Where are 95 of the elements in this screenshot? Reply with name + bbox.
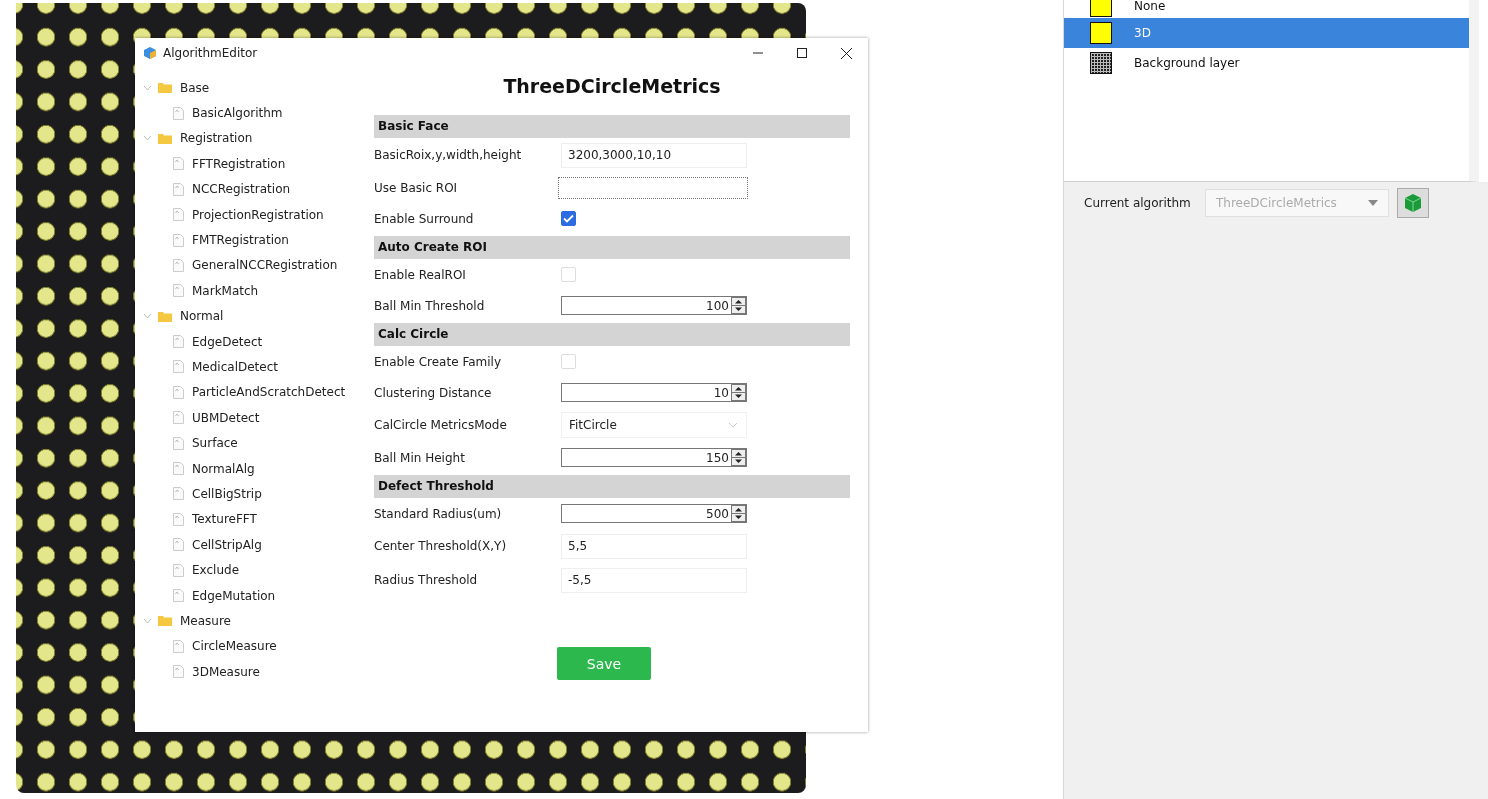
tree-item[interactable]: NormalAlg	[135, 455, 365, 482]
number-field[interactable]: 100	[561, 296, 747, 315]
chevron-down-icon	[728, 422, 738, 428]
document-icon	[173, 411, 184, 425]
document-icon	[173, 665, 184, 679]
document-icon	[173, 487, 184, 501]
tree-item[interactable]: GeneralNCCRegistration	[135, 252, 365, 279]
folder-icon	[158, 132, 172, 144]
tree-item[interactable]: FMTRegistration	[135, 227, 365, 253]
cube-icon	[1403, 193, 1423, 213]
section-header: Basic Face	[374, 115, 850, 138]
field-label: Ball Min Height	[374, 450, 466, 465]
tree-item[interactable]: MedicalDetect	[135, 354, 365, 380]
tree-item[interactable]: CircleMeasure	[135, 633, 365, 659]
tree-item[interactable]: FFTRegistration	[135, 151, 365, 177]
document-icon	[173, 233, 184, 247]
field-label: BasicRoix,y,width,height	[374, 148, 523, 162]
layer-item[interactable]: None	[1064, 0, 1469, 18]
document-icon	[173, 512, 184, 526]
section-header: Calc Circle	[374, 323, 850, 346]
document-icon	[173, 182, 184, 196]
spinner-icon[interactable]	[731, 384, 746, 401]
section-header: Auto Create ROI	[374, 236, 850, 259]
tree-group[interactable]: Base	[135, 75, 365, 101]
document-icon	[173, 563, 184, 577]
tree-group[interactable]: Normal	[135, 303, 365, 329]
number-field[interactable]: 150	[561, 448, 747, 467]
dropdown[interactable]: FitCircle	[561, 412, 747, 438]
section-header: Defect Threshold	[374, 475, 850, 498]
field-label: Use Basic ROI	[374, 180, 459, 195]
app-cube-icon	[144, 47, 156, 59]
spinner-icon[interactable]	[731, 297, 746, 314]
close-icon	[840, 47, 852, 59]
spinner-icon[interactable]	[731, 505, 746, 522]
tree-item[interactable]: Surface	[135, 430, 365, 456]
maximize-icon	[797, 48, 807, 58]
document-icon	[173, 258, 184, 272]
chevron-icon	[143, 313, 152, 320]
document-icon	[173, 589, 184, 602]
tree-item[interactable]: ProjectionRegistration	[135, 201, 365, 228]
tree-item[interactable]: NCCRegistration	[135, 176, 365, 202]
text-field[interactable]: 5,5	[561, 533, 747, 559]
folder-icon	[158, 82, 172, 94]
tree-item[interactable]: ParticleAndScratchDetect	[135, 379, 365, 406]
text-field[interactable]: 3200,3000,10,10	[561, 142, 747, 168]
document-icon	[173, 106, 184, 120]
window-title: AlgorithmEditor	[163, 46, 258, 60]
document-icon	[173, 462, 184, 476]
number-field[interactable]: 500	[561, 504, 747, 523]
tree-item[interactable]: MarkMatch	[135, 278, 365, 304]
tree-item[interactable]: EdgeMutation	[135, 582, 365, 609]
chevron-icon	[143, 84, 152, 91]
field-label: Current algorithm	[1084, 196, 1192, 210]
cube-button[interactable]	[1397, 188, 1429, 218]
text-field[interactable]: -5,5	[561, 567, 747, 593]
tree-item[interactable]: 3DMeasure	[135, 659, 365, 685]
chevron-icon	[143, 135, 152, 142]
document-icon	[173, 284, 184, 298]
document-icon	[173, 385, 184, 399]
field-label: CalCircle MetricsMode	[374, 418, 508, 432]
tree-group[interactable]: Registration	[135, 125, 365, 152]
field-label: Radius Threshold	[374, 573, 479, 587]
field-label: Center Threshold(X,Y)	[374, 539, 508, 553]
tree-item[interactable]: Exclude	[135, 557, 365, 583]
number-field[interactable]: 10	[561, 383, 747, 402]
checkbox[interactable]	[561, 211, 576, 226]
tree-item[interactable]: BasicAlgorithm	[135, 100, 365, 126]
folder-icon	[158, 615, 172, 627]
algorithm-heading: ThreeDCircleMetrics	[502, 74, 722, 99]
document-icon	[173, 335, 184, 349]
field-label: Standard Radius(um)	[374, 506, 503, 521]
document-icon	[173, 157, 184, 171]
folder-icon	[158, 310, 172, 322]
tree-item[interactable]: EdgeDetect	[135, 328, 365, 355]
spinner-icon[interactable]	[731, 449, 746, 466]
document-icon	[173, 436, 184, 450]
tree-item[interactable]: CellBigStrip	[135, 481, 365, 507]
focus-outline-field[interactable]	[558, 176, 748, 199]
document-icon	[173, 360, 184, 374]
tree-item[interactable]: TextureFFT	[135, 506, 365, 533]
tree-item[interactable]: CellStripAlg	[135, 532, 365, 558]
field-label: Enable RealROI	[374, 267, 467, 282]
tree-group[interactable]: Measure	[135, 608, 365, 634]
field-label: Enable Create Family	[374, 354, 502, 369]
field-label: Enable Surround	[374, 211, 475, 226]
layer-item[interactable]: 3D	[1064, 18, 1469, 48]
field-label: Clustering Distance	[374, 385, 493, 400]
document-icon	[173, 538, 184, 552]
chevron-icon	[143, 617, 152, 624]
layer-item[interactable]: Background layer	[1064, 48, 1469, 78]
document-icon	[173, 639, 184, 653]
tree-item[interactable]: UBMDetect	[135, 405, 365, 431]
dropdown-arrow-icon	[1368, 200, 1378, 206]
document-icon	[173, 208, 184, 222]
field-label: Ball Min Threshold	[374, 298, 486, 313]
